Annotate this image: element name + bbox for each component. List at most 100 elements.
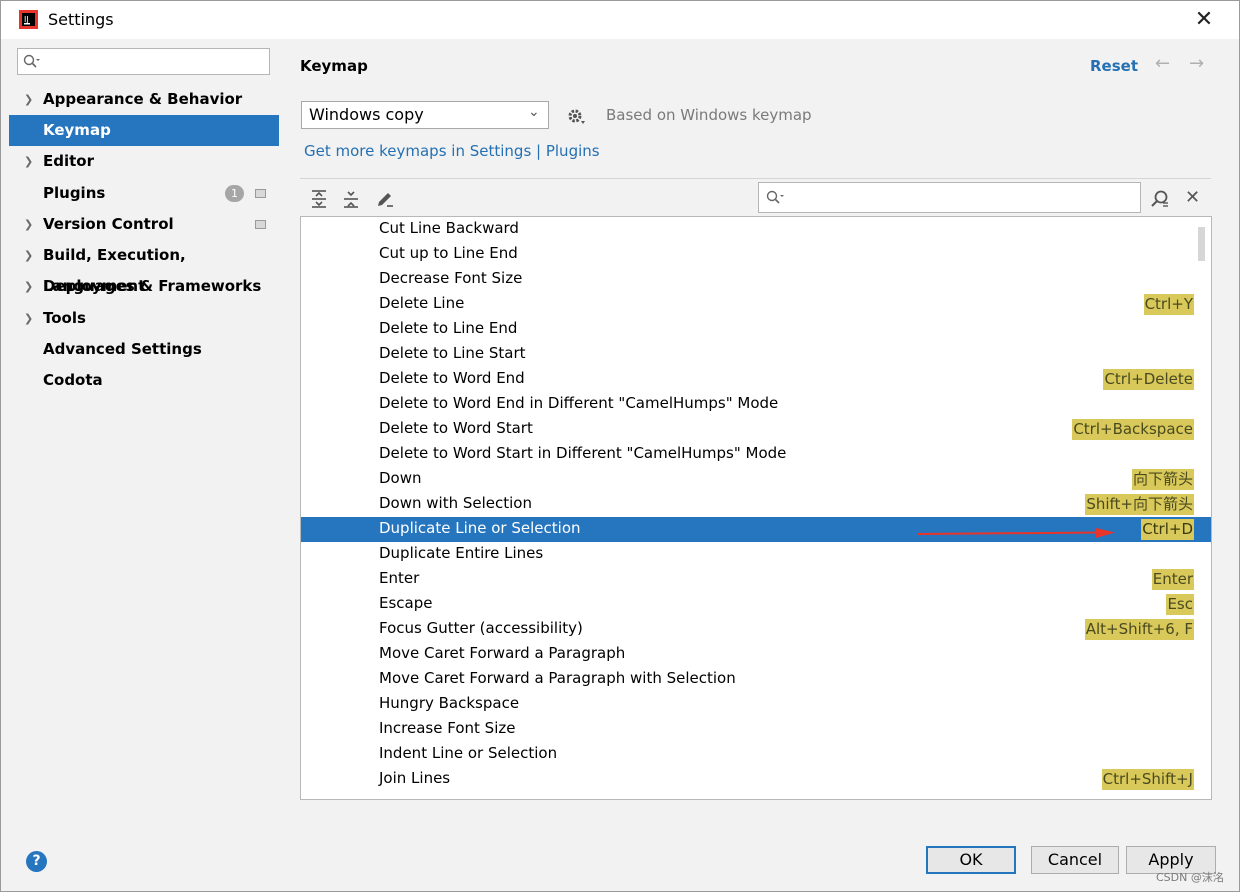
action-name: Move Caret Forward a Paragraph with Sele… — [379, 669, 736, 687]
search-icon — [23, 54, 40, 68]
action-name: Join Lines — [379, 769, 451, 787]
sidebar-item-label: Appearance & Behavior — [43, 90, 243, 108]
sidebar-item-label: Tools — [43, 309, 86, 327]
sidebar-item-editor[interactable]: ❯ Editor — [9, 146, 279, 177]
chevron-right-icon[interactable]: ❯ — [24, 303, 33, 334]
expand-all-icon[interactable] — [309, 189, 329, 209]
shortcut-badge: Ctrl+D — [1141, 519, 1194, 540]
action-name: Delete Line — [379, 294, 465, 312]
action-row[interactable]: Join Lines Ctrl+Shift+J — [301, 767, 1211, 792]
reset-link[interactable]: Reset — [1090, 57, 1138, 75]
page-title: Keymap — [300, 57, 368, 75]
action-name: Down with Selection — [379, 494, 532, 512]
sidebar-item-advanced-settings[interactable]: Advanced Settings — [9, 334, 279, 365]
action-row[interactable]: Indent Line or Selection — [301, 742, 1211, 767]
keymap-search-input[interactable] — [758, 182, 1141, 213]
sidebar-item-appearance-behavior[interactable]: ❯ Appearance & Behavior — [9, 84, 279, 115]
sidebar-item-label: Codota — [43, 371, 103, 389]
sidebar-item-codota[interactable]: Codota — [9, 365, 279, 396]
action-name: Indent Line or Selection — [379, 744, 558, 762]
project-level-icon — [255, 220, 266, 229]
action-row[interactable]: Delete Line Ctrl+Y — [301, 292, 1211, 317]
shortcut-badge: Shift+向下箭头 — [1085, 494, 1194, 515]
divider — [300, 178, 1211, 179]
project-level-icon — [255, 189, 266, 198]
action-row[interactable]: Delete to Line End — [301, 317, 1211, 342]
chevron-right-icon[interactable]: ❯ — [24, 240, 33, 271]
action-row[interactable]: Focus Gutter (accessibility) Alt+Shift+6,… — [301, 617, 1211, 642]
action-row[interactable]: Decrease Font Size — [301, 267, 1211, 292]
shortcut-badge: Ctrl+Shift+J — [1101, 769, 1194, 790]
back-arrow-icon[interactable]: ← — [1155, 53, 1170, 74]
chevron-right-icon[interactable]: ❯ — [24, 209, 33, 240]
sidebar-search-input[interactable] — [17, 48, 270, 75]
chevron-right-icon[interactable]: ❯ — [24, 271, 33, 302]
sidebar-item-label: Keymap — [43, 121, 111, 139]
action-name: Duplicate Line or Selection — [379, 519, 581, 537]
action-name: Delete to Line Start — [379, 344, 526, 362]
sidebar-item-tools[interactable]: ❯ Tools — [9, 303, 279, 334]
action-name: Focus Gutter (accessibility) — [379, 619, 583, 637]
action-row[interactable]: Delete to Line Start — [301, 342, 1211, 367]
action-row[interactable]: Delete to Word Start in Different "Camel… — [301, 442, 1211, 467]
action-row[interactable]: Move Caret Forward a Paragraph — [301, 642, 1211, 667]
forward-arrow-icon[interactable]: → — [1189, 53, 1204, 74]
scrollbar-thumb[interactable] — [1198, 227, 1205, 261]
settings-window: IJ Settings ✕ ❯ Appearance & Behavior Keym… — [0, 0, 1240, 892]
action-name: Delete to Line End — [379, 319, 518, 337]
action-name: Delete to Word Start — [379, 419, 533, 437]
keymap-select-value: Windows copy — [309, 105, 424, 124]
based-on-text: Based on Windows keymap — [606, 106, 812, 124]
action-row[interactable]: Enter Enter — [301, 567, 1211, 592]
action-name: Enter — [379, 569, 420, 587]
sidebar-item-label: Languages & Frameworks — [43, 277, 262, 295]
sidebar-item-build-execution-deployment[interactable]: ❯ Build, Execution, Deployment — [9, 240, 279, 295]
action-row[interactable]: Move Caret Forward a Paragraph with Sele… — [301, 667, 1211, 692]
close-icon[interactable]: ✕ — [1191, 7, 1217, 33]
dialog-footer: ? OK Cancel Apply — [9, 833, 1231, 885]
sidebar-item-label: Advanced Settings — [43, 340, 202, 358]
gear-icon[interactable] — [566, 106, 588, 126]
shortcut-badge: Ctrl+Backspace — [1072, 419, 1194, 440]
action-row[interactable]: Delete to Word Start Ctrl+Backspace — [301, 417, 1211, 442]
help-icon[interactable]: ? — [26, 851, 47, 872]
collapse-all-icon[interactable] — [341, 189, 361, 209]
action-row[interactable]: Down with Selection Shift+向下箭头 — [301, 492, 1211, 517]
shortcut-badge: 向下箭头 — [1131, 469, 1194, 490]
action-row[interactable]: Duplicate Entire Lines — [301, 542, 1211, 567]
more-keymaps-link[interactable]: Get more keymaps in Settings | Plugins — [304, 142, 600, 160]
update-count-badge: 1 — [225, 185, 244, 202]
chevron-right-icon[interactable]: ❯ — [24, 146, 33, 177]
action-name: Decrease Font Size — [379, 269, 523, 287]
action-row[interactable]: Delete to Word End in Different "CamelHu… — [301, 392, 1211, 417]
action-row[interactable]: Cut up to Line End — [301, 242, 1211, 267]
sidebar-item-label: Plugins — [43, 184, 106, 202]
action-name: Move Caret Forward a Paragraph — [379, 644, 626, 662]
edit-shortcut-icon[interactable] — [375, 189, 395, 209]
action-name: Cut Line Backward — [379, 219, 519, 237]
title-bar: IJ Settings ✕ — [1, 1, 1239, 39]
sidebar-item-label: Editor — [43, 152, 94, 170]
action-row[interactable]: Delete to Word End Ctrl+Delete — [301, 367, 1211, 392]
sidebar-item-languages-frameworks[interactable]: ❯ Languages & Frameworks — [9, 271, 279, 302]
sidebar-item-plugins[interactable]: Plugins 1 — [9, 178, 279, 209]
action-row[interactable]: Hungry Backspace — [301, 692, 1211, 717]
action-row[interactable]: Down 向下箭头 — [301, 467, 1211, 492]
action-name: Increase Font Size — [379, 719, 516, 737]
shortcut-badge: Enter — [1151, 569, 1194, 590]
shortcut-badge: Alt+Shift+6, F — [1084, 619, 1194, 640]
actions-tree[interactable]: Cut Line Backward Cut up to Line End Decre… — [300, 216, 1212, 800]
ok-button[interactable]: OK — [926, 846, 1016, 874]
keymap-select[interactable]: Windows copy ⌄ — [301, 101, 549, 129]
action-row[interactable]: Increase Font Size — [301, 717, 1211, 742]
chevron-right-icon[interactable]: ❯ — [24, 84, 33, 115]
sidebar-item-keymap[interactable]: Keymap — [9, 115, 279, 146]
action-row[interactable]: Cut Line Backward — [301, 217, 1211, 242]
action-row[interactable]: Escape Esc — [301, 592, 1211, 617]
action-name: Hungry Backspace — [379, 694, 520, 712]
cancel-button[interactable]: Cancel — [1031, 846, 1119, 874]
find-by-shortcut-icon[interactable] — [1150, 189, 1170, 209]
sidebar-item-version-control[interactable]: ❯ Version Control — [9, 209, 279, 240]
clear-filter-icon[interactable]: ✕ — [1185, 187, 1200, 208]
action-name: Delete to Word Start in Different "Camel… — [379, 444, 787, 462]
